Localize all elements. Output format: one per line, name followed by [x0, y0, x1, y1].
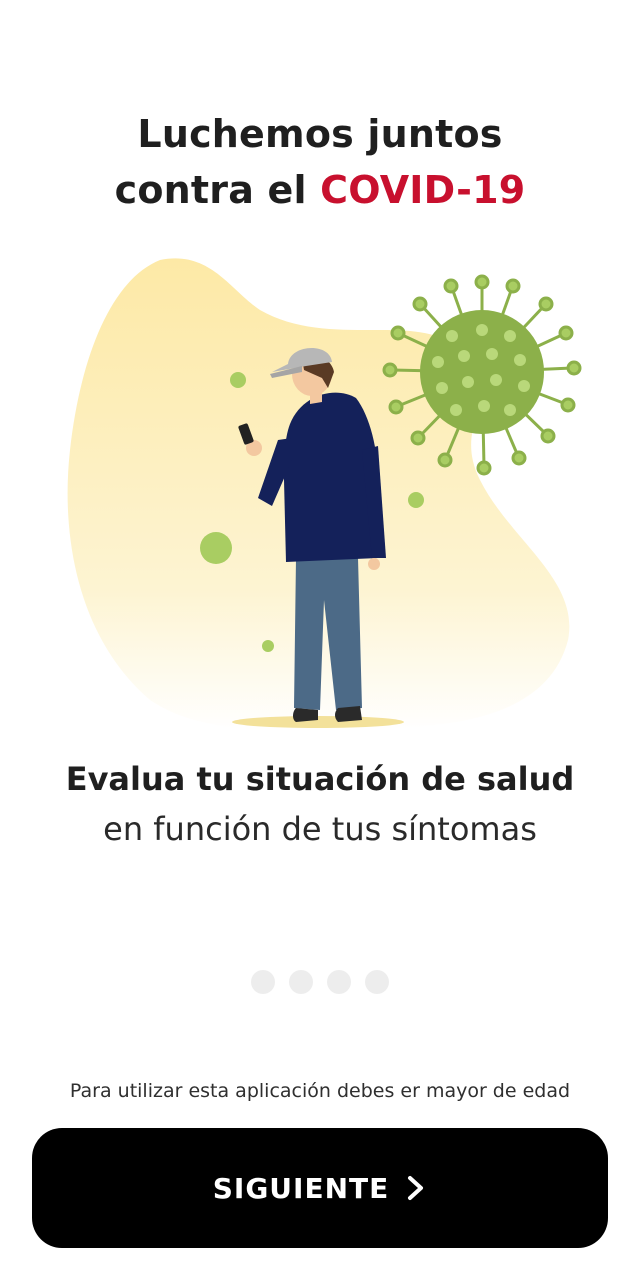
title-accent-covid: COVID-19	[320, 168, 526, 212]
next-button-label: SIGUIENTE	[212, 1171, 390, 1205]
title-line-2: contra el COVID-19	[0, 162, 640, 218]
next-button[interactable]: SIGUIENTE	[32, 1128, 608, 1248]
pager-dot-4[interactable]	[365, 970, 389, 994]
feature-headline: Evalua tu situación de salud	[65, 760, 575, 798]
onboarding-screen: Luchemos juntos contra el COVID-19 Evalu…	[0, 0, 640, 1280]
person-with-phone-illustration	[67, 258, 582, 731]
age-notice: Para utilizar esta aplicación debes er m…	[69, 1080, 571, 1102]
pager-dot-3[interactable]	[327, 970, 351, 994]
title-line-1: Luchemos juntos	[137, 112, 503, 156]
feature-description: Evalua tu situación de salud en función …	[0, 754, 640, 854]
virus-particle-icon	[200, 532, 232, 564]
pager-dot-1[interactable]	[251, 970, 275, 994]
virus-particle-icon	[230, 372, 246, 388]
page-title: Luchemos juntos contra el COVID-19	[0, 106, 640, 218]
virus-particle-icon	[408, 492, 424, 508]
chevron-right-icon	[408, 1176, 424, 1200]
pager-dot-2[interactable]	[289, 970, 313, 994]
title-line-2-prefix: contra el	[114, 168, 307, 212]
pager-dots	[0, 970, 640, 994]
feature-subline: en función de tus síntomas	[103, 810, 537, 848]
virus-particle-icon	[262, 640, 274, 652]
